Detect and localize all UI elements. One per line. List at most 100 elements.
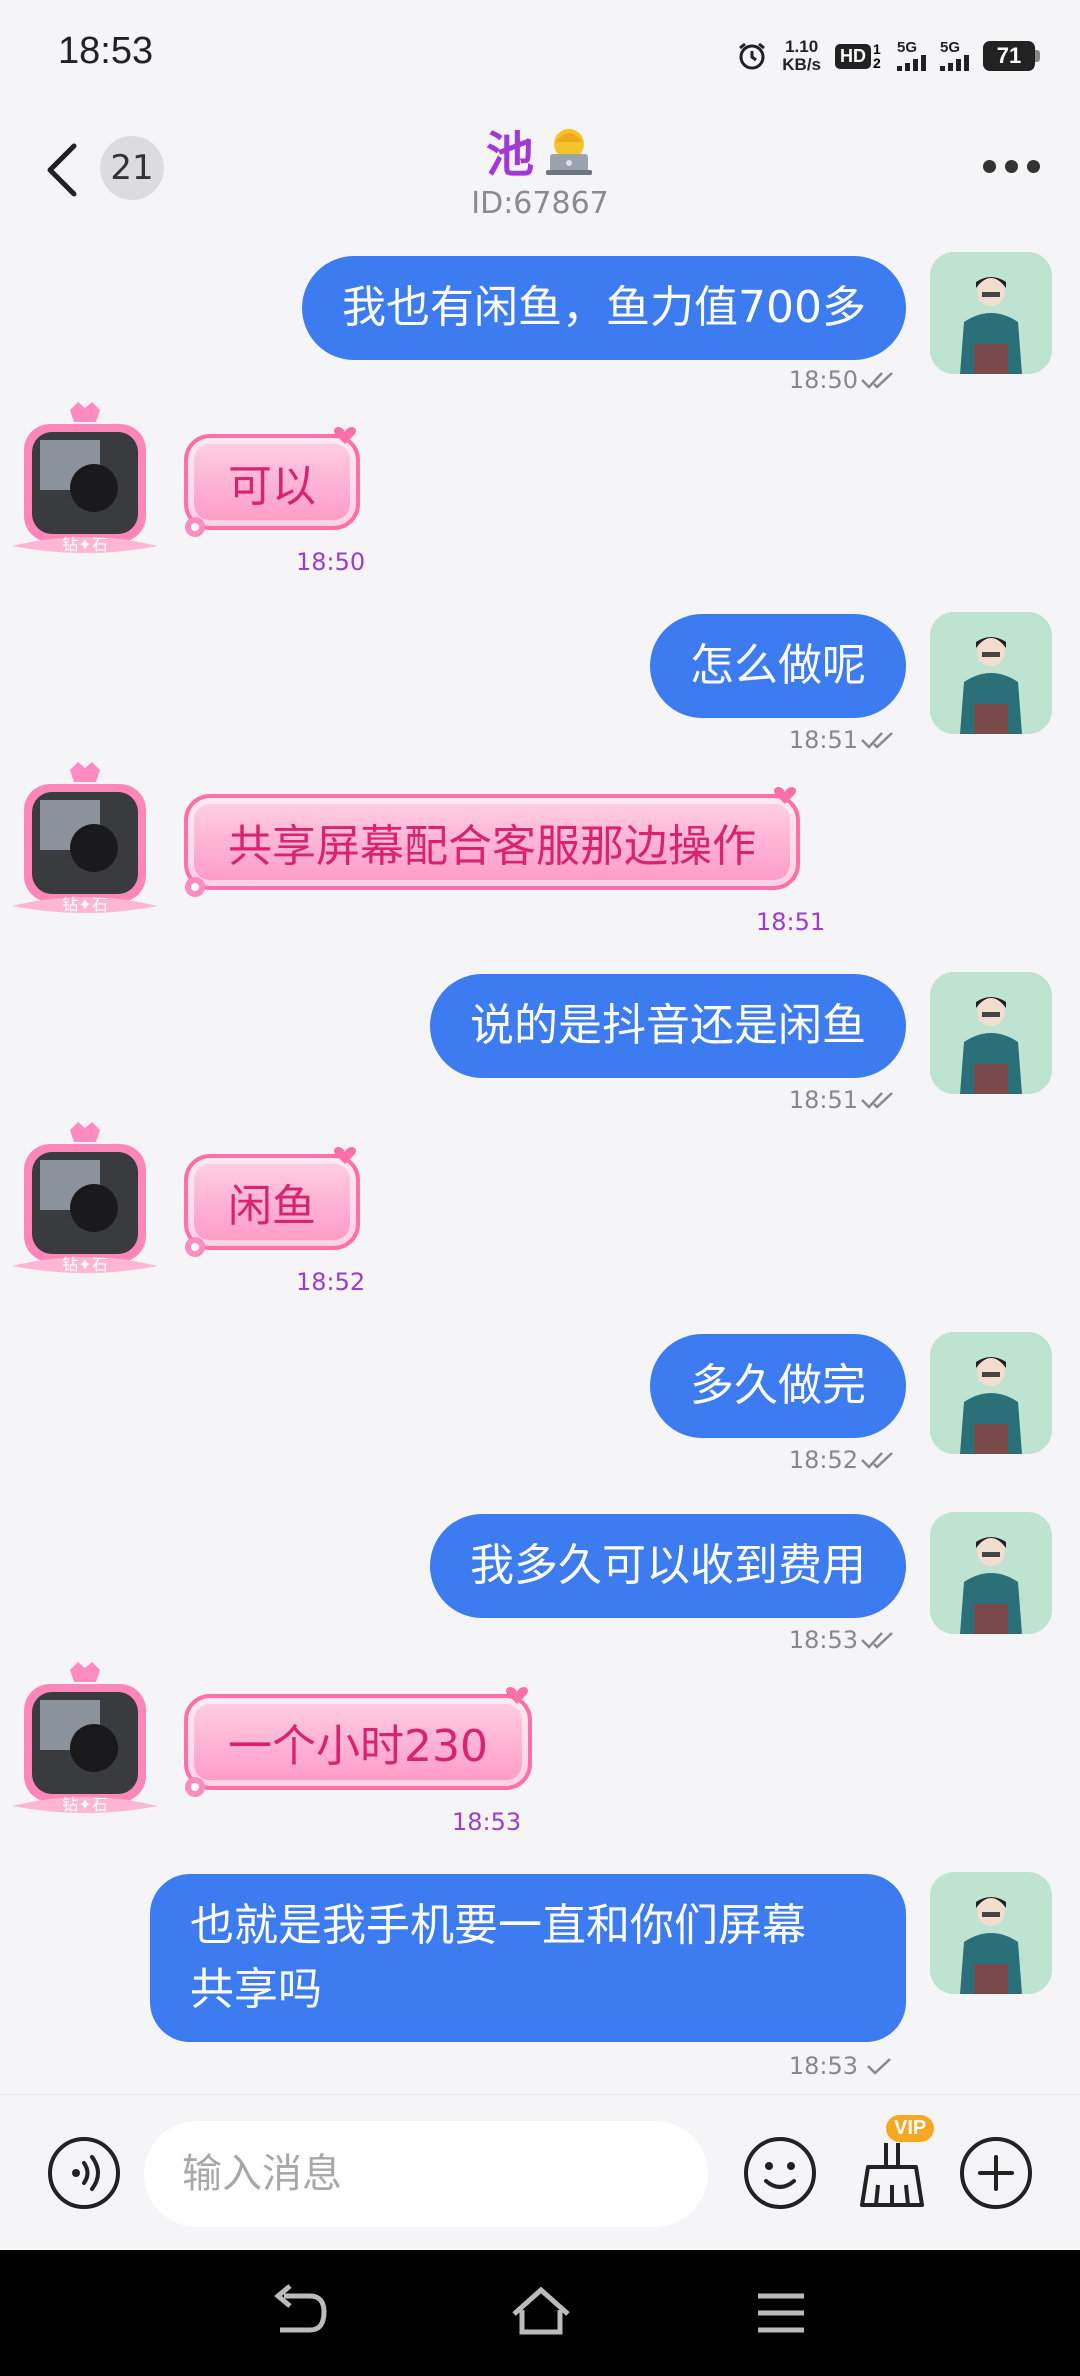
my-avatar[interactable] [930, 1332, 1052, 1454]
avatar-badge-text: 钻✦石 [62, 895, 107, 914]
read-check-icon [861, 1452, 893, 1469]
hd-badge: HD [835, 43, 871, 69]
chat-title: 池 [390, 115, 690, 185]
message-text: 可以 [228, 461, 316, 512]
my-avatar[interactable] [930, 1872, 1052, 1994]
back-arrow-icon[interactable] [40, 140, 84, 200]
message-text: 我也有闲鱼，鱼力值700多 [342, 282, 866, 333]
my-avatar[interactable] [930, 612, 1052, 734]
network-speed-unit: KB/s [782, 55, 821, 74]
sim2-label: 5G [940, 39, 961, 56]
heart-decoration-icon [505, 1687, 528, 1704]
flower-decoration-icon [185, 1237, 205, 1257]
voice-input-icon[interactable] [46, 2135, 122, 2211]
message-time-text: 18:53 [788, 1626, 858, 1654]
add-plus-icon[interactable] [956, 2133, 1036, 2213]
message-time: 18:50 [789, 366, 896, 394]
read-check-icon [861, 1092, 893, 1109]
sent-check-icon [867, 2058, 891, 2075]
user-avatar-illustration-icon [930, 252, 1052, 374]
status-time: 18:53 [58, 30, 154, 72]
message-text: 共享屏幕配合客服那边操作 [228, 821, 756, 872]
hd-indicator: HD 1 2 [835, 42, 883, 70]
network-speed-value: 1.10 [785, 37, 819, 56]
my-avatar[interactable] [930, 972, 1052, 1094]
message-bubble-outgoing[interactable]: 说的是抖音还是闲鱼 [430, 974, 906, 1078]
home-nav-icon[interactable] [506, 2280, 576, 2346]
read-check-icon [861, 372, 893, 389]
message-time: 18:53 [452, 1808, 522, 1836]
message-bubble-outgoing[interactable]: 怎么做呢 [650, 614, 906, 718]
message-text: 闲鱼 [228, 1181, 316, 1232]
message-text: 多久做完 [690, 1360, 866, 1411]
message-bubble-incoming[interactable]: 一个小时230 [184, 1687, 532, 1797]
message-text: 说的是抖音还是闲鱼 [470, 1000, 866, 1051]
message-time: 18:53 [789, 2052, 896, 2080]
message-bubble-incoming[interactable]: 可以 [184, 427, 360, 537]
user-avatar-illustration-icon [930, 1872, 1052, 1994]
input-bar: VIP [0, 2094, 1080, 2250]
read-check-icon [861, 1632, 893, 1649]
message-bubble-incoming[interactable]: 共享屏幕配合客服那边操作 [184, 787, 800, 897]
message-time: 18:51 [756, 908, 826, 936]
message-time: 18:52 [789, 1446, 896, 1474]
message-time-text: 18:51 [788, 726, 858, 754]
message-bubble-outgoing[interactable]: 我也有闲鱼，鱼力值700多 [302, 256, 906, 360]
avatar-badge-text: 钻✦石 [62, 535, 107, 554]
message-text-line2: 共享吗 [190, 1964, 322, 2015]
message-time-text: 18:50 [788, 366, 858, 394]
heart-decoration-icon [334, 1147, 356, 1164]
message-bubble-outgoing[interactable]: 多久做完 [650, 1334, 906, 1438]
heart-decoration-icon [334, 427, 356, 444]
contact-id: ID:67867 [471, 186, 609, 221]
avatar-badge-text: 钻✦石 [62, 1255, 107, 1274]
battery-level: 71 [983, 41, 1035, 71]
menu-nav-icon[interactable] [746, 2280, 816, 2346]
contact-avatar[interactable]: 钻✦石 [10, 1120, 160, 1280]
user-avatar-illustration-icon [930, 612, 1052, 734]
flower-decoration-icon [185, 877, 205, 897]
message-time: 18:50 [296, 548, 366, 576]
message-input[interactable] [144, 2121, 708, 2227]
user-avatar-illustration-icon [930, 1332, 1052, 1454]
contact-avatar[interactable]: 钻✦石 [10, 1660, 160, 1820]
battery-icon: 71 [983, 41, 1040, 71]
message-time-text: 18:52 [788, 1446, 858, 1474]
signal-sim2-icon: 5G [940, 39, 969, 71]
message-time: 18:53 [789, 1626, 896, 1654]
signal-sim1-icon: 5G [897, 39, 926, 71]
hd-sub: 1 2 [873, 41, 881, 71]
contact-avatar[interactable]: 钻✦石 [10, 760, 160, 920]
heart-decoration-icon [774, 787, 796, 804]
alarm-icon [739, 42, 766, 70]
status-bar: 18:53 1.10 KB/s HD 1 2 5G 5G 71 [0, 0, 1080, 110]
network-speed: 1.10 KB/s [782, 38, 821, 74]
my-avatar[interactable] [930, 252, 1052, 374]
message-text: 一个小时230 [228, 1721, 488, 1772]
message-time: 18:51 [789, 1086, 896, 1114]
message-text-line1: 也就是我手机要一直和你们屏幕 [190, 1900, 806, 1951]
unread-count-badge[interactable]: 21 [100, 136, 164, 200]
message-time-text: 18:53 [788, 2052, 858, 2080]
message-bubble-incoming[interactable]: 闲鱼 [184, 1147, 360, 1257]
contact-avatar[interactable]: 钻✦石 [10, 400, 160, 560]
back-nav-icon[interactable] [266, 2280, 336, 2346]
message-time: 18:51 [789, 726, 896, 754]
more-options-icon[interactable] [983, 160, 1040, 173]
avatar-badge-text: 钻✦石 [62, 1795, 107, 1814]
my-avatar[interactable] [930, 1512, 1052, 1634]
sim1-label: 5G [897, 39, 918, 56]
message-time: 18:52 [296, 1268, 366, 1296]
message-text: 怎么做呢 [690, 640, 866, 691]
emoji-icon[interactable] [740, 2133, 820, 2213]
flower-decoration-icon [185, 517, 205, 537]
person-laptop-emoji-icon [546, 129, 592, 175]
vip-badge: VIP [886, 2115, 935, 2142]
message-text: 我多久可以收到费用 [470, 1540, 866, 1591]
user-avatar-illustration-icon [930, 972, 1052, 1094]
flower-decoration-icon [185, 1777, 205, 1797]
message-bubble-outgoing[interactable]: 也就是我手机要一直和你们屏幕 共享吗 [150, 1874, 906, 2042]
contact-name: 池 [485, 127, 534, 183]
user-avatar-illustration-icon [930, 1512, 1052, 1634]
message-bubble-outgoing[interactable]: 我多久可以收到费用 [430, 1514, 906, 1618]
